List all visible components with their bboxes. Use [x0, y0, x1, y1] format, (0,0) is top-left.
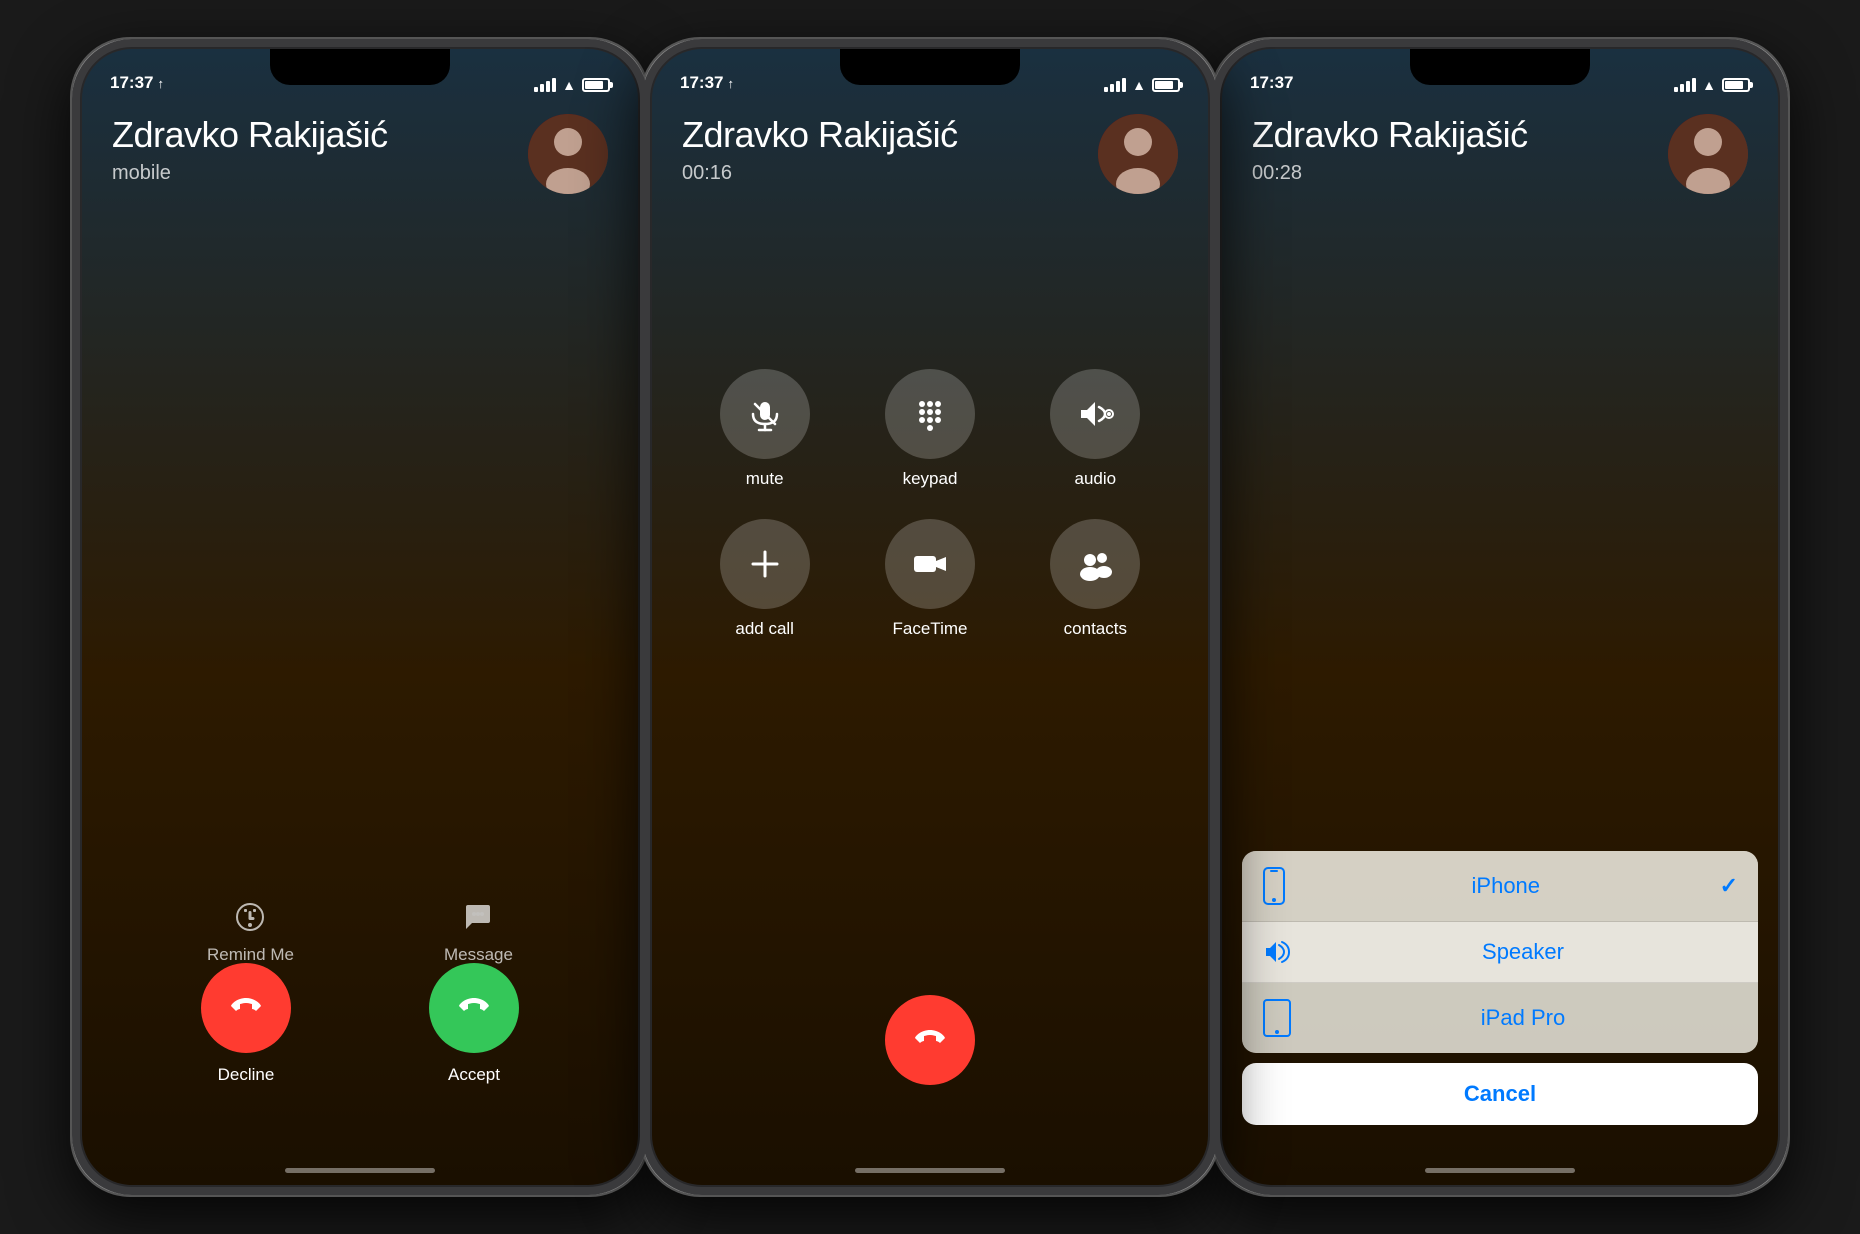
iphone-device-icon	[1262, 867, 1292, 905]
phone2-location-arrow: ↑	[727, 76, 734, 91]
decline-circle[interactable]	[182, 944, 309, 1071]
picker-iphone-label: iPhone	[1308, 873, 1704, 899]
phone1-decline-label: Decline	[218, 1065, 275, 1085]
phone1-message-label: Message	[444, 945, 513, 965]
phone3-signal	[1674, 78, 1696, 92]
phone1-home-indicator	[285, 1168, 435, 1173]
phone2-notch	[840, 49, 1020, 85]
phone1-signal	[534, 78, 556, 92]
phone1-time: 17:37	[110, 73, 153, 93]
phone1-status-icons: ▲	[534, 77, 610, 93]
phone2-end-call-btn[interactable]	[866, 976, 993, 1103]
iphone-2: 17:37 ↑ ▲	[640, 37, 1220, 1197]
phone1-decline-btn[interactable]: Decline	[201, 963, 291, 1085]
phone2-wifi-icon: ▲	[1132, 77, 1146, 93]
audio-output-picker: iPhone ✓ Speaker	[1242, 851, 1758, 1125]
phone3-notch	[1410, 49, 1590, 85]
phone1-incoming-actions: Decline Accept	[82, 963, 638, 1085]
phone3-avatar	[1668, 114, 1748, 194]
contacts-icon[interactable]	[1050, 519, 1140, 609]
ipad-device-icon	[1262, 999, 1292, 1037]
phone3-screen: 17:37 ▲ Zdrav	[1222, 49, 1778, 1185]
phone1-contact-area: Zdravko Rakijašić mobile	[112, 114, 608, 194]
picker-speaker-label: Speaker	[1308, 939, 1738, 965]
picker-option-iphone[interactable]: iPhone ✓	[1242, 851, 1758, 922]
add-call-icon[interactable]	[720, 519, 810, 609]
mute-icon[interactable]	[720, 369, 810, 459]
phone3-status-icons: ▲	[1674, 77, 1750, 93]
phone2-time: 17:37	[680, 73, 723, 93]
phone1-remind-me-btn[interactable]: Remind Me	[207, 901, 294, 965]
iphone-3: 17:37 ▲ Zdrav	[1210, 37, 1790, 1197]
mute-btn[interactable]: mute	[692, 369, 837, 489]
facetime-label: FaceTime	[893, 619, 968, 639]
phone2-contact-name: Zdravko Rakijašić	[682, 114, 958, 156]
message-icon	[462, 901, 494, 933]
phone3-call-duration: 00:28	[1252, 162, 1528, 185]
phone2-status-icons: ▲	[1104, 77, 1180, 93]
keypad-icon[interactable]	[885, 369, 975, 459]
phone1-battery	[582, 78, 610, 92]
phones-container: 17:37 ↑ ▲	[70, 37, 1790, 1197]
phone1-avatar	[528, 114, 608, 194]
phone1-screen: 17:37 ↑ ▲	[82, 49, 638, 1185]
picker-options-list: iPhone ✓ Speaker	[1242, 851, 1758, 1053]
phone3-home-indicator	[1425, 1168, 1575, 1173]
phone2-call-duration: 00:16	[682, 162, 958, 185]
phone1-soft-buttons: Remind Me Message	[82, 901, 638, 965]
picker-option-speaker[interactable]: Speaker	[1242, 922, 1758, 983]
phone1-accept-label: Accept	[448, 1065, 500, 1085]
keypad-label: keypad	[903, 469, 958, 489]
contacts-label: contacts	[1064, 619, 1127, 639]
phone1-contact-info: Zdravko Rakijašić mobile	[112, 114, 388, 185]
phone2-call-controls: mute	[652, 369, 1208, 639]
phone3-contact-name: Zdravko Rakijašić	[1252, 114, 1528, 156]
phone1-notch	[270, 49, 450, 85]
picker-cancel-btn[interactable]: Cancel	[1242, 1063, 1758, 1125]
phone2-signal	[1104, 78, 1126, 92]
phone1-contact-name: Zdravko Rakijašić	[112, 114, 388, 156]
picker-ipad-label: iPad Pro	[1308, 1005, 1738, 1031]
iphone-1: 17:37 ↑ ▲	[70, 37, 650, 1197]
picker-checkmark: ✓	[1720, 873, 1738, 899]
picker-cancel-label: Cancel	[1464, 1081, 1536, 1106]
phone1-message-btn[interactable]: Message	[444, 901, 513, 965]
add-call-label: add call	[735, 619, 794, 639]
phone3-wifi-icon: ▲	[1702, 77, 1716, 93]
speaker-device-icon	[1262, 938, 1292, 966]
phone2-contact-area: Zdravko Rakijašić 00:16	[682, 114, 1178, 194]
phone2-end-call-container	[885, 995, 975, 1085]
keypad-btn[interactable]: keypad	[857, 369, 1002, 489]
mute-label: mute	[746, 469, 784, 489]
remind-me-icon	[234, 901, 266, 933]
audio-btn[interactable]: audio	[1023, 369, 1168, 489]
picker-option-ipad[interactable]: iPad Pro	[1242, 983, 1758, 1053]
phone3-contact-info: Zdravko Rakijašić 00:28	[1252, 114, 1528, 185]
phone1-location-arrow: ↑	[157, 76, 164, 91]
phone1-wifi-icon: ▲	[562, 77, 576, 93]
phone2-battery	[1152, 78, 1180, 92]
audio-label: audio	[1075, 469, 1117, 489]
facetime-icon[interactable]	[885, 519, 975, 609]
phone1-contact-status: mobile	[112, 162, 388, 185]
phone3-time: 17:37	[1250, 73, 1293, 93]
add-call-btn[interactable]: add call	[692, 519, 837, 639]
phone2-home-indicator	[855, 1168, 1005, 1173]
contacts-btn[interactable]: contacts	[1023, 519, 1168, 639]
accept-circle[interactable]	[429, 963, 519, 1053]
facetime-btn[interactable]: FaceTime	[857, 519, 1002, 639]
phone2-screen: 17:37 ↑ ▲	[652, 49, 1208, 1185]
audio-icon[interactable]	[1050, 369, 1140, 459]
phone3-contact-area: Zdravko Rakijašić 00:28	[1252, 114, 1748, 194]
phone2-avatar	[1098, 114, 1178, 194]
phone2-contact-info: Zdravko Rakijašić 00:16	[682, 114, 958, 185]
phone1-accept-btn[interactable]: Accept	[429, 963, 519, 1085]
phone3-battery	[1722, 78, 1750, 92]
